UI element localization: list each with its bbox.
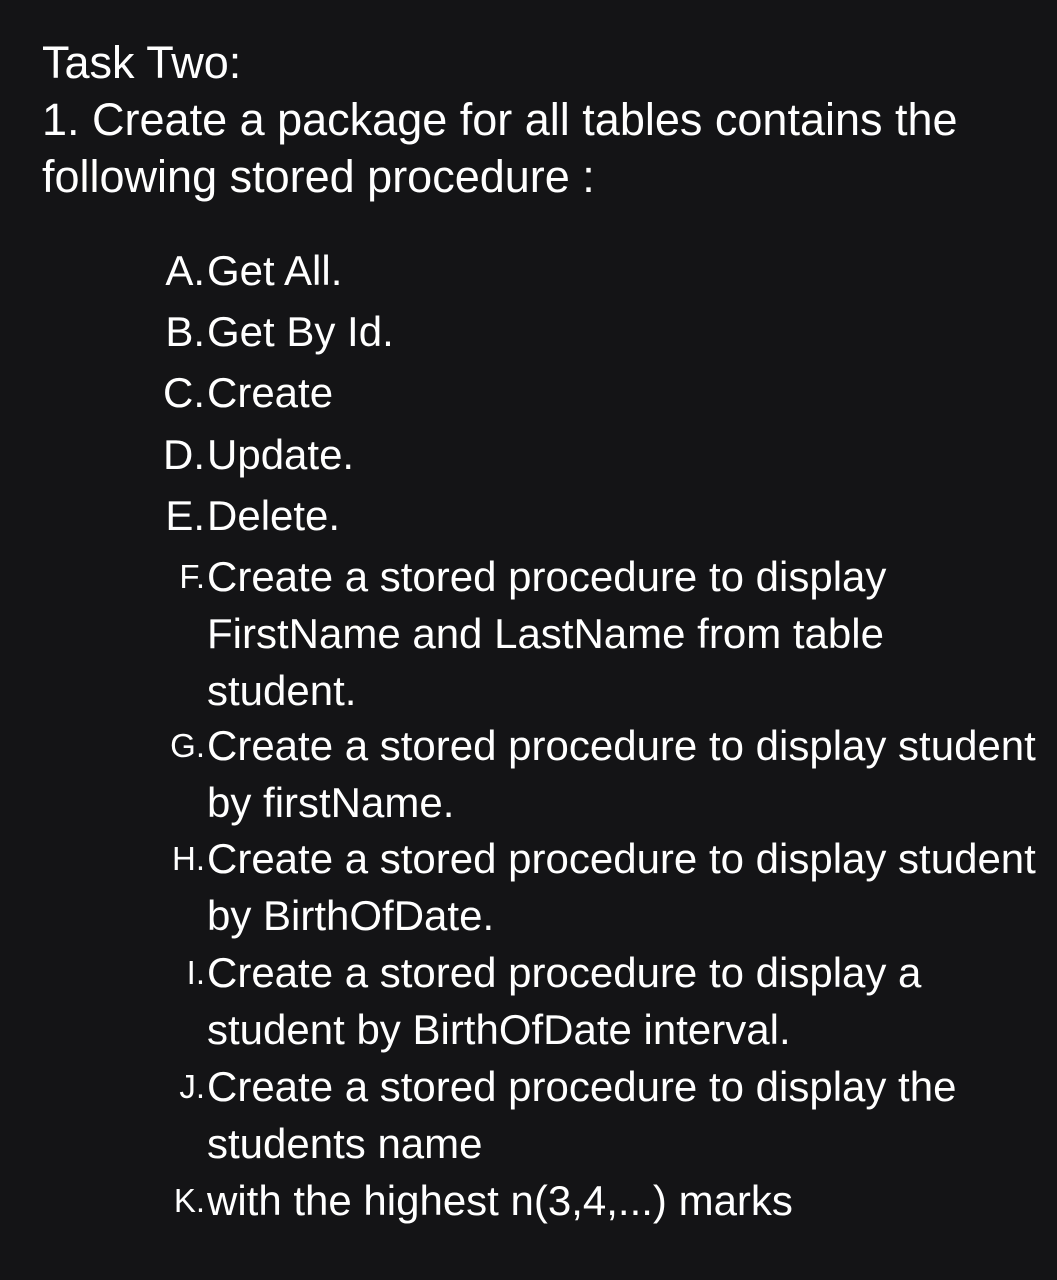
task-intro: 1. Create a package for all tables conta… [42, 94, 958, 202]
item-text: Get By Id. [207, 308, 394, 355]
document: Task Two: 1. Create a package for all ta… [0, 0, 1057, 1280]
item-marker: F. [179, 558, 205, 595]
item-text: Create a stored procedure to display Fir… [207, 553, 887, 714]
item-text: Create [207, 369, 334, 416]
item-text: with the highest n(3,4,...) marks [207, 1177, 793, 1224]
item-text: Create a stored procedure to display a s… [207, 949, 922, 1053]
item-text: Create a stored procedure to display stu… [207, 722, 1036, 826]
item-text: Create a stored procedure to display the… [207, 1063, 957, 1167]
item-marker: C. [163, 369, 205, 416]
item-marker: E. [165, 492, 205, 539]
item-marker: K. [173, 1182, 205, 1219]
item-text: Update. [207, 431, 355, 478]
item-marker: A. [165, 247, 205, 294]
item-marker: I. [186, 954, 205, 991]
item-text: Delete. [207, 492, 341, 539]
item-marker: H. [172, 840, 205, 877]
item-marker: G. [170, 727, 205, 764]
item-marker: D. [163, 431, 205, 478]
item-text: Get All. [207, 247, 343, 294]
item-marker: J. [179, 1068, 205, 1105]
task-heading: Task Two: [42, 37, 242, 88]
item-text: Create a stored procedure to display stu… [207, 835, 1036, 939]
item-marker: B. [165, 308, 205, 355]
